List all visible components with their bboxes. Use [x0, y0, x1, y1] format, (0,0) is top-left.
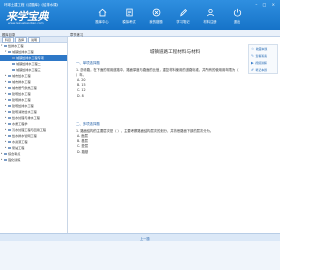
nav-item-mock-exam[interactable]: 模拟考试 [119, 8, 139, 24]
folder-icon [8, 116, 11, 120]
app-header: 环球土建工程《试题库》《给排水课》 – □ × 来学宝典 www.lexueba… [0, 0, 280, 30]
nav-item-register[interactable]: 材料注册 [200, 8, 220, 24]
tool-label: 笔记本题 [255, 67, 268, 72]
note-icon: ✐ [251, 67, 255, 72]
tab-chapter-practice[interactable]: 章节练习 [70, 32, 83, 37]
folder-icon [8, 134, 11, 138]
folder-icon [8, 110, 11, 114]
question-tools: ☆ 收藏本题 ✎ 查看答案 ▶ 视频讲解 ✐ 笔记本题 [248, 44, 278, 74]
folder-icon [8, 128, 11, 132]
folder-icon [12, 56, 15, 60]
folder-icon [8, 140, 11, 144]
video-button[interactable]: ▶ 视频讲解 [249, 59, 277, 66]
window-title: 环球土建工程《试题库》《给排水课》 [4, 3, 60, 7]
folder-icon [8, 122, 11, 126]
sidebar: 科目 选择 说明 ▾ 给排水工程 ▾ 城镇给排水工程 城镇给排水工程专项 城镇给排水工程二… [0, 37, 68, 233]
folder-icon [8, 74, 11, 78]
nav-label: 学习笔记 [176, 20, 190, 24]
nav-item-notes[interactable]: 学习笔记 [173, 8, 193, 24]
nav-item-question-bank[interactable]: 题库中心 [92, 8, 112, 24]
tool-label: 视频讲解 [255, 60, 267, 65]
wrong-icon [152, 8, 160, 17]
folder-icon [8, 92, 11, 96]
nav-item-wrong-questions[interactable]: 我的错题 [146, 8, 166, 24]
nav-label: 模拟考试 [122, 20, 136, 24]
section-heading: 二、多项选择题 [76, 122, 100, 126]
folder-icon [12, 62, 15, 66]
folder-icon [8, 80, 11, 84]
nav-label: 我的错题 [149, 20, 163, 24]
question-section-multi: 二、多项选择题 1. 路面结构的主要层次是（ ），主要考察路面结构层次的划分，并… [76, 121, 241, 155]
folder-icon [8, 104, 11, 108]
folder-icon [12, 68, 15, 72]
folder-icon [8, 146, 11, 150]
tab-bar: 题库目录 章节练习 [0, 30, 280, 37]
exam-icon [125, 8, 133, 17]
show-answer-button[interactable]: ✎ 查看答案 [249, 52, 277, 59]
note-button[interactable]: ✐ 笔记本题 [249, 66, 277, 73]
nav-label: 材料注册 [203, 20, 217, 24]
tab-question-catalog[interactable]: 题库目录 [2, 32, 15, 37]
question-text: 1. 沥青路，在下面的常用道路中，路面厚度与路面的比值，重复材料使用的道路标准，… [76, 68, 239, 77]
star-icon: ☆ [251, 46, 255, 51]
window-controls[interactable]: – □ × [255, 2, 277, 7]
prev-question-button[interactable]: 上一题 [140, 236, 150, 241]
home-icon [98, 8, 106, 17]
folder-icon [8, 86, 11, 90]
folder-icon [4, 44, 7, 48]
register-icon [206, 8, 214, 17]
option-d[interactable]: D. 路基 [76, 150, 241, 155]
favorite-button[interactable]: ☆ 收藏本题 [249, 45, 277, 52]
nav-label: 退出 [233, 20, 241, 24]
main-nav: 题库中心 模拟考试 我的错题 学习笔记 材料注册 退出 [92, 8, 254, 24]
folder-icon [8, 50, 11, 54]
chapter-tree: ▾ 给排水工程 ▾ 城镇给排水工程 城镇给排水工程专项 城镇给排水工程二 城镇给排水工程三 ▸… [0, 43, 67, 163]
nav-item-exit[interactable]: 退出 [227, 8, 247, 24]
sidebar-tab-info[interactable]: 说明 [28, 37, 41, 43]
tree-item[interactable]: ▸ 强化训练 [0, 157, 67, 163]
tree-item-label: 强化训练 [8, 158, 21, 162]
nav-label: 题库中心 [95, 20, 109, 24]
bottom-bar: 上一题 [0, 233, 280, 241]
exit-icon [233, 8, 241, 17]
status-bar [0, 241, 280, 270]
video-icon: ▶ [251, 60, 254, 65]
tool-label: 查看答案 [255, 53, 268, 58]
question-section-single: 一、单项选择题 1. 沥青路，在下面的常用道路中，路面厚度与路面的比值，重复材料… [76, 60, 241, 99]
folder-icon [4, 158, 7, 162]
answer-icon: ✎ [251, 53, 255, 58]
logo-subtitle: www.lexuebaodian.com [8, 21, 44, 25]
note-icon [179, 8, 187, 17]
sidebar-tab-select[interactable]: 选择 [15, 37, 28, 43]
tool-label: 收藏本题 [255, 46, 268, 51]
app-logo: 来学宝典 www.lexuebaodian.com [6, 8, 49, 25]
folder-icon [4, 152, 7, 156]
section-heading: 一、单项选择题 [76, 61, 100, 65]
folder-icon [8, 98, 11, 102]
option-d[interactable]: D. 8 [76, 94, 241, 99]
sidebar-tab-subject[interactable]: 科目 [2, 37, 15, 43]
main-content: 城镇道路工程材料与材料 ☆ 收藏本题 ✎ 查看答案 ▶ 视频讲解 ✐ 笔记本题 一、单项… [70, 37, 280, 233]
